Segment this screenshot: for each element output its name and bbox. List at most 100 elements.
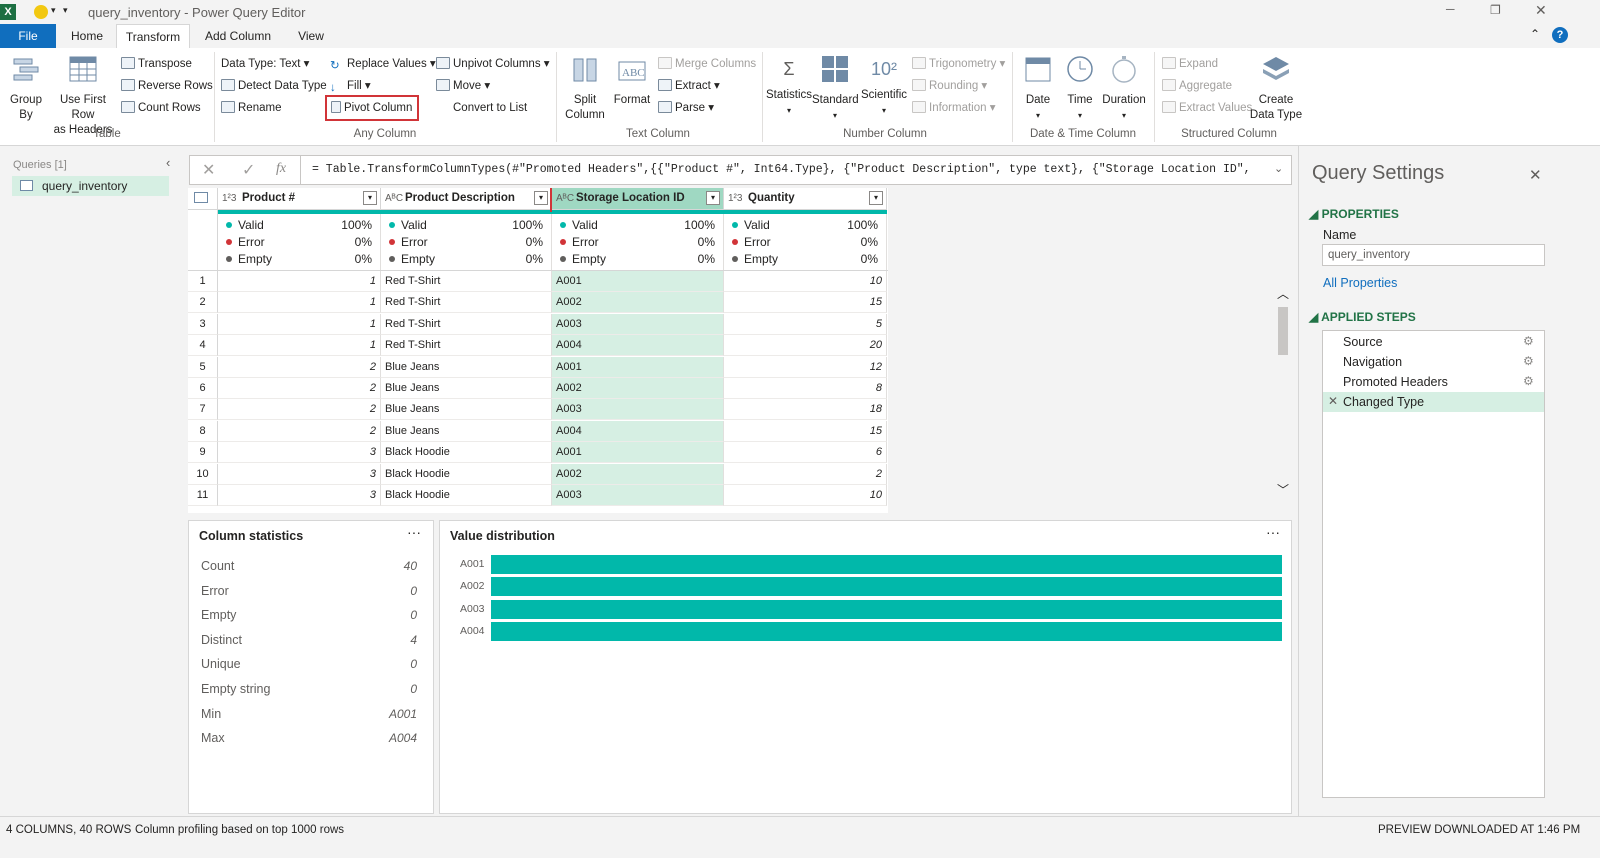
- delete-step-icon[interactable]: ✕: [1328, 394, 1338, 408]
- row-number[interactable]: 3: [188, 313, 218, 335]
- extract-values-button[interactable]: Extract Values: [1162, 101, 1252, 115]
- table-cell[interactable]: Red T-Shirt: [381, 271, 552, 292]
- distribution-bar[interactable]: [491, 621, 1282, 641]
- table-cell[interactable]: Red T-Shirt: [381, 335, 552, 357]
- scroll-down-icon[interactable]: ﹀: [1277, 481, 1289, 498]
- unpivot-columns-button[interactable]: Unpivot Columns ▾: [436, 57, 550, 71]
- gear-icon[interactable]: ⚙: [1523, 334, 1534, 348]
- table-cell[interactable]: Black Hoodie: [381, 442, 552, 464]
- properties-header[interactable]: ◢ PROPERTIES: [1309, 207, 1399, 221]
- time-button[interactable]: Time ▾: [1060, 54, 1100, 123]
- statistics-button[interactable]: Σ Statistics ▾: [766, 54, 812, 118]
- step-changed-type[interactable]: ✕ Changed Type: [1323, 392, 1544, 412]
- column-header[interactable]: AᴮC Storage Location ID ▾: [550, 188, 726, 212]
- tab-add-column[interactable]: Add Column: [192, 24, 284, 48]
- smiley-icon[interactable]: [34, 5, 48, 19]
- table-cell[interactable]: 10: [724, 485, 887, 506]
- table-cell[interactable]: 1: [218, 271, 381, 292]
- table-cell[interactable]: A001: [552, 356, 724, 378]
- table-cell[interactable]: 15: [724, 420, 887, 442]
- row-number[interactable]: 8: [188, 420, 218, 442]
- column-header[interactable]: AᴮC Product Description ▾: [381, 188, 552, 210]
- date-button[interactable]: Date ▾: [1018, 54, 1058, 123]
- table-cell[interactable]: A002: [552, 378, 724, 399]
- distribution-bar[interactable]: [491, 599, 1282, 619]
- table-cell[interactable]: A002: [552, 463, 724, 485]
- applied-steps-header[interactable]: ◢ APPLIED STEPS: [1309, 310, 1416, 324]
- table-cell[interactable]: 6: [724, 442, 887, 464]
- row-number[interactable]: 6: [188, 378, 218, 399]
- distribution-bar[interactable]: [491, 555, 1282, 574]
- close-window-icon[interactable]: ✕: [1535, 2, 1547, 19]
- table-cell[interactable]: 5: [724, 313, 887, 335]
- parse-button[interactable]: Parse ▾: [658, 101, 714, 115]
- customize-toolbar-icon[interactable]: ▾: [63, 5, 68, 16]
- replace-values-button[interactable]: ↻ Replace Values ▾: [330, 57, 436, 72]
- fx-icon[interactable]: fx: [276, 161, 286, 177]
- table-cell[interactable]: 1: [218, 335, 381, 357]
- column-type-icon[interactable]: 1²3: [728, 188, 742, 209]
- restore-icon[interactable]: ❐: [1490, 3, 1501, 17]
- row-number[interactable]: 10: [188, 463, 218, 485]
- column-type-icon[interactable]: AᴮC: [556, 188, 574, 209]
- row-number[interactable]: 1: [188, 271, 218, 292]
- merge-columns-button[interactable]: Merge Columns: [658, 57, 756, 71]
- table-cell[interactable]: 8: [724, 378, 887, 399]
- scroll-thumb[interactable]: [1278, 307, 1288, 355]
- step-navigation[interactable]: Navigation ⚙: [1323, 352, 1544, 372]
- table-cell[interactable]: A003: [552, 313, 724, 335]
- transpose-button[interactable]: Transpose: [121, 57, 192, 71]
- tab-home[interactable]: Home: [58, 24, 116, 48]
- scroll-up-icon[interactable]: ︿: [1277, 285, 1289, 302]
- row-number[interactable]: 9: [188, 442, 218, 464]
- table-cell[interactable]: Blue Jeans: [381, 420, 552, 442]
- column-header[interactable]: 1²3 Product # ▾: [218, 188, 381, 210]
- rename-button[interactable]: Rename: [221, 101, 281, 115]
- collapse-queries-icon[interactable]: ‹: [166, 155, 170, 170]
- fill-button[interactable]: ↓ Fill ▾: [330, 79, 371, 94]
- table-cell[interactable]: Black Hoodie: [381, 463, 552, 485]
- convert-to-list-button[interactable]: Convert to List: [436, 101, 527, 115]
- table-cell[interactable]: 20: [724, 335, 887, 357]
- cancel-formula-icon[interactable]: ✕: [202, 160, 215, 180]
- table-cell[interactable]: A003: [552, 399, 724, 421]
- gear-icon[interactable]: ⚙: [1523, 354, 1534, 368]
- profiling-scope[interactable]: Column profiling based on top 1000 rows: [135, 824, 344, 836]
- duration-button[interactable]: Duration ▾: [1100, 54, 1148, 123]
- table-menu-icon[interactable]: [188, 188, 218, 210]
- value-distribution-more-icon[interactable]: ···: [1266, 524, 1280, 540]
- table-cell[interactable]: A004: [552, 335, 724, 357]
- count-rows-button[interactable]: Count Rows: [121, 101, 201, 115]
- scientific-button[interactable]: 10² Scientific ▾: [860, 54, 908, 118]
- row-number[interactable]: 2: [188, 292, 218, 314]
- format-button[interactable]: ABC Format: [610, 54, 654, 108]
- table-cell[interactable]: 2: [218, 356, 381, 378]
- row-number[interactable]: 7: [188, 399, 218, 421]
- table-cell[interactable]: 2: [724, 463, 887, 485]
- table-cell[interactable]: Black Hoodie: [381, 485, 552, 506]
- group-by-button[interactable]: Group By: [6, 54, 46, 123]
- all-properties-link[interactable]: All Properties: [1323, 276, 1397, 290]
- detect-data-type-button[interactable]: Detect Data Type: [221, 79, 327, 93]
- standard-button[interactable]: Standard ▾: [812, 54, 859, 123]
- table-cell[interactable]: A001: [552, 442, 724, 464]
- query-item[interactable]: query_inventory: [12, 176, 169, 196]
- use-first-row-button[interactable]: Use First Row as Headers: [48, 54, 118, 138]
- column-filter-icon[interactable]: ▾: [706, 191, 720, 205]
- quick-access-dropdown-icon[interactable]: ▾: [51, 5, 56, 16]
- column-statistics-more-icon[interactable]: ···: [407, 524, 421, 540]
- column-filter-icon[interactable]: ▾: [363, 191, 377, 205]
- grid-scrollbar[interactable]: ︿ ﹀: [1276, 285, 1292, 501]
- column-filter-icon[interactable]: ▾: [869, 191, 883, 205]
- formula-input[interactable]: = Table.TransformColumnTypes(#"Promoted …: [312, 163, 1262, 176]
- table-cell[interactable]: 12: [724, 356, 887, 378]
- extract-button[interactable]: Extract ▾: [658, 79, 720, 93]
- row-number[interactable]: 11: [188, 485, 218, 506]
- table-cell[interactable]: A001: [552, 271, 724, 292]
- distribution-bar[interactable]: [491, 577, 1282, 597]
- table-cell[interactable]: Red T-Shirt: [381, 313, 552, 335]
- column-type-icon[interactable]: AᴮC: [385, 188, 403, 209]
- table-cell[interactable]: 2: [218, 378, 381, 399]
- table-cell[interactable]: A004: [552, 420, 724, 442]
- table-cell[interactable]: 1: [218, 313, 381, 335]
